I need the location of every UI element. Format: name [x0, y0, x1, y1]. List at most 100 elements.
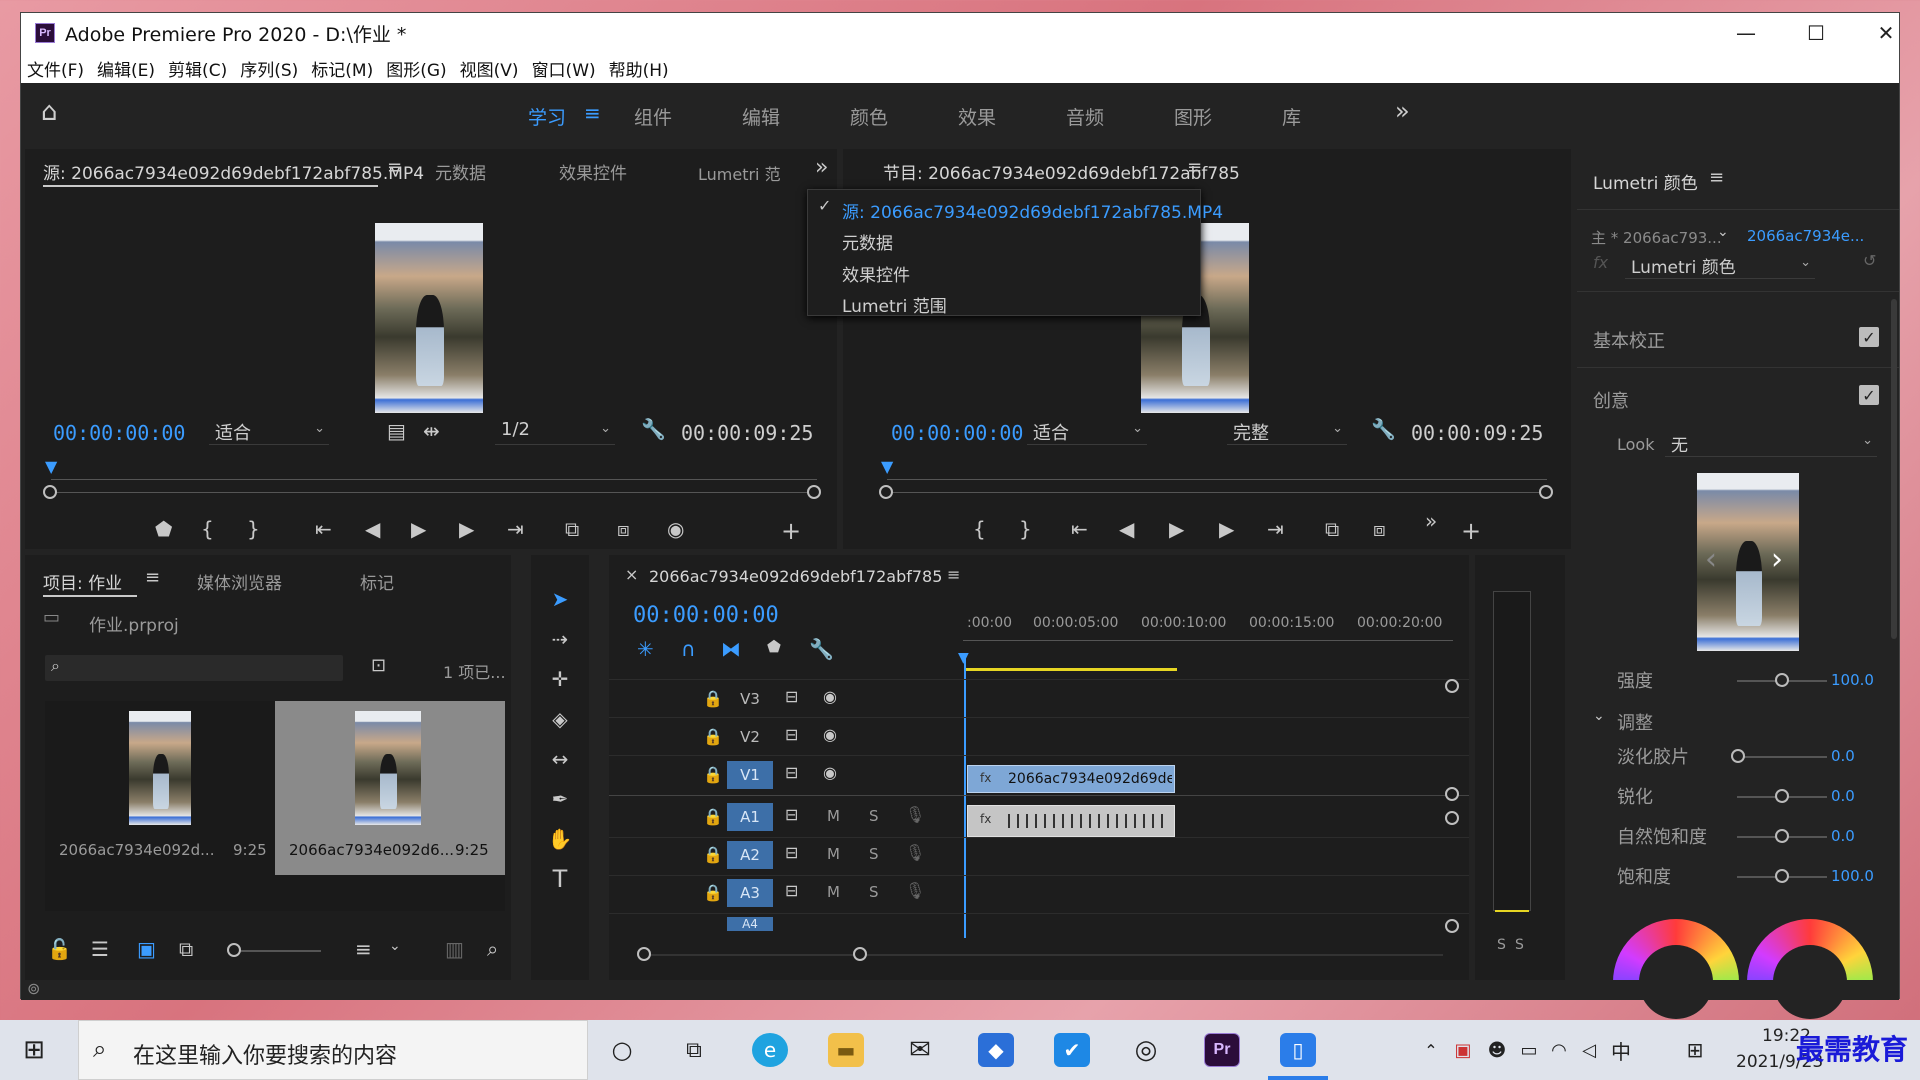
timeline-settings-icon[interactable]: 🔧 [809, 639, 834, 659]
source-resolution-dropdown[interactable]: 1/2 ⌄ [495, 419, 615, 445]
hscroll-start-handle[interactable] [637, 947, 651, 961]
source-fit-dropdown[interactable]: 适合 ⌄ [209, 419, 329, 445]
menu-item-source[interactable]: 源: 2066ac7934e092d69debf172abf785.MP4 [842, 198, 1223, 223]
zoom-slider-knob[interactable] [227, 943, 241, 957]
program-tab-menu-icon[interactable]: ≡ [1187, 159, 1202, 177]
track-v3-label[interactable]: V3 [727, 685, 773, 713]
mute-button[interactable]: M [827, 883, 840, 901]
sharpen-value[interactable]: 0.0 [1831, 787, 1855, 805]
saturation-knob[interactable] [1775, 869, 1789, 883]
vscroll-handle[interactable] [1445, 787, 1459, 801]
source-tab-menu-icon[interactable]: ≡ [387, 159, 402, 177]
eye-icon[interactable]: ◉ [823, 727, 837, 743]
sync-lock-icon[interactable]: ⊟ [785, 845, 798, 861]
insert-icon[interactable]: ⧉ [565, 519, 579, 539]
clip-label[interactable]: 2066ac7934e... [1747, 227, 1864, 245]
faded-film-slider[interactable] [1737, 756, 1827, 758]
menu-view[interactable]: 视图(V) [460, 56, 519, 81]
close-button[interactable]: ✕ [1851, 13, 1920, 53]
film-icon[interactable]: ▤ [387, 421, 406, 441]
program-mark-out-icon[interactable]: } [1019, 519, 1032, 539]
sync-lock-icon[interactable]: ⊟ [785, 727, 798, 743]
solo-button[interactable]: S [869, 807, 879, 825]
track-a2-label[interactable]: A2 [727, 841, 773, 869]
extract-icon[interactable]: ⧈ [1373, 519, 1386, 539]
tab-project[interactable]: 项目: 作业 [43, 569, 122, 594]
linked-selection-icon[interactable]: ⧓ [721, 639, 741, 659]
nest-icon[interactable]: ✳ [637, 639, 654, 659]
project-item-card-selected[interactable]: 2066ac7934e092d6... 9:25 [275, 701, 505, 875]
find-icon[interactable]: ⌕ [487, 939, 498, 959]
drag-video-icon[interactable]: ⇹ [423, 421, 440, 441]
menu-marker[interactable]: 标记(M) [311, 56, 373, 81]
volume-icon[interactable]: ◁ [1576, 1033, 1602, 1067]
faded-film-value[interactable]: 0.0 [1831, 747, 1855, 765]
freeform-view-icon[interactable]: ⧉ [179, 939, 193, 959]
tab-metadata[interactable]: 元数据 [435, 159, 486, 184]
program-zoom-bar[interactable] [887, 492, 1547, 493]
workspace-tab-graphics[interactable]: 图形 [1174, 103, 1212, 130]
step-forward-icon[interactable]: ▶ [459, 519, 474, 539]
menu-clip[interactable]: 剪辑(C) [168, 56, 227, 81]
battery-icon[interactable]: ▭ [1516, 1033, 1542, 1067]
automate-icon[interactable]: ▥ [445, 939, 464, 959]
sync-lock-icon[interactable]: ⊟ [785, 689, 798, 705]
workspace-menu-icon[interactable]: ≡ [584, 103, 601, 123]
type-tool-icon[interactable]: T [531, 861, 589, 897]
menu-graphics[interactable]: 图形(G) [386, 56, 446, 81]
close-sequence-icon[interactable]: × [625, 567, 638, 583]
project-search-input[interactable] [45, 655, 343, 681]
hscroll-end-handle[interactable] [853, 947, 867, 961]
menu-edit[interactable]: 编辑(E) [97, 56, 155, 81]
premiere-taskbar-icon[interactable]: Pr [1204, 1033, 1240, 1067]
program-step-back-icon[interactable]: ◀ [1119, 519, 1134, 539]
mail-icon[interactable]: ✉ [902, 1033, 938, 1067]
eye-icon[interactable]: ◉ [823, 689, 837, 705]
step-back-icon[interactable]: ◀ [365, 519, 380, 539]
sequence-menu-icon[interactable]: ≡ [947, 567, 960, 583]
minimize-button[interactable]: — [1711, 13, 1781, 53]
previous-look-icon[interactable]: ‹ [1705, 545, 1717, 575]
program-zoom-start[interactable] [879, 485, 893, 499]
playhead-icon[interactable]: ▼ [958, 651, 969, 665]
vscroll-top-handle[interactable] [1445, 679, 1459, 693]
sort-dropdown-icon[interactable]: ⌄ [389, 939, 401, 953]
tab-effect-controls[interactable]: 效果控件 [559, 159, 627, 184]
track-a4-label[interactable]: A4 [727, 917, 773, 931]
mute-button[interactable]: M [827, 845, 840, 863]
saturation-value[interactable]: 100.0 [1831, 867, 1874, 885]
creative-cloud-icon[interactable]: ⊚ [27, 981, 40, 997]
sort-icon[interactable]: ≡ [355, 939, 372, 959]
wifi-icon[interactable]: ◠ [1546, 1033, 1572, 1067]
zoom-start-handle[interactable] [43, 485, 57, 499]
chevron-down-icon[interactable]: ⌄ [1593, 709, 1605, 723]
add-marker-icon[interactable]: ⬟ [155, 519, 172, 539]
tray-app-icon[interactable]: ▣ [1450, 1033, 1476, 1067]
icon-view-icon[interactable]: ▣ [137, 939, 156, 959]
solo-left-button[interactable]: S [1497, 937, 1506, 953]
menu-item-metadata[interactable]: 元数据 [842, 229, 893, 254]
windows-start-icon[interactable]: ⊞ [16, 1033, 52, 1067]
track-lock-icon[interactable]: 🔒 [703, 767, 723, 783]
menu-item-effect-controls[interactable]: 效果控件 [842, 261, 910, 286]
timeline-hscroll[interactable] [645, 954, 1443, 956]
export-frame-camera-icon[interactable]: ◉ [667, 519, 684, 539]
panel-overflow-icon[interactable]: » [815, 157, 828, 179]
snap-magnet-icon[interactable]: ∩ [681, 639, 696, 659]
track-lock-icon[interactable]: 🔒 [703, 691, 723, 707]
timeline-marker-icon[interactable]: ⬟ [767, 639, 781, 655]
go-to-out-icon[interactable]: ⇥ [507, 519, 524, 539]
track-v1-label[interactable]: V1 [727, 761, 773, 789]
track-lock-icon[interactable]: 🔒 [703, 809, 723, 825]
sharpen-knob[interactable] [1775, 789, 1789, 803]
lumetri-title[interactable]: Lumetri 颜色 [1593, 169, 1698, 194]
vscroll-handle[interactable] [1445, 811, 1459, 825]
program-playhead-icon[interactable]: ▼ [881, 459, 893, 475]
vscroll-bottom-handle[interactable] [1445, 919, 1459, 933]
reset-icon[interactable]: ↺ [1863, 253, 1876, 269]
program-go-out-icon[interactable]: ⇥ [1267, 519, 1284, 539]
track-a1-label[interactable]: A1 [727, 803, 773, 831]
solo-button[interactable]: S [869, 883, 879, 901]
lock-icon[interactable]: 🔓 [47, 939, 72, 959]
go-to-in-icon[interactable]: ⇤ [315, 519, 332, 539]
